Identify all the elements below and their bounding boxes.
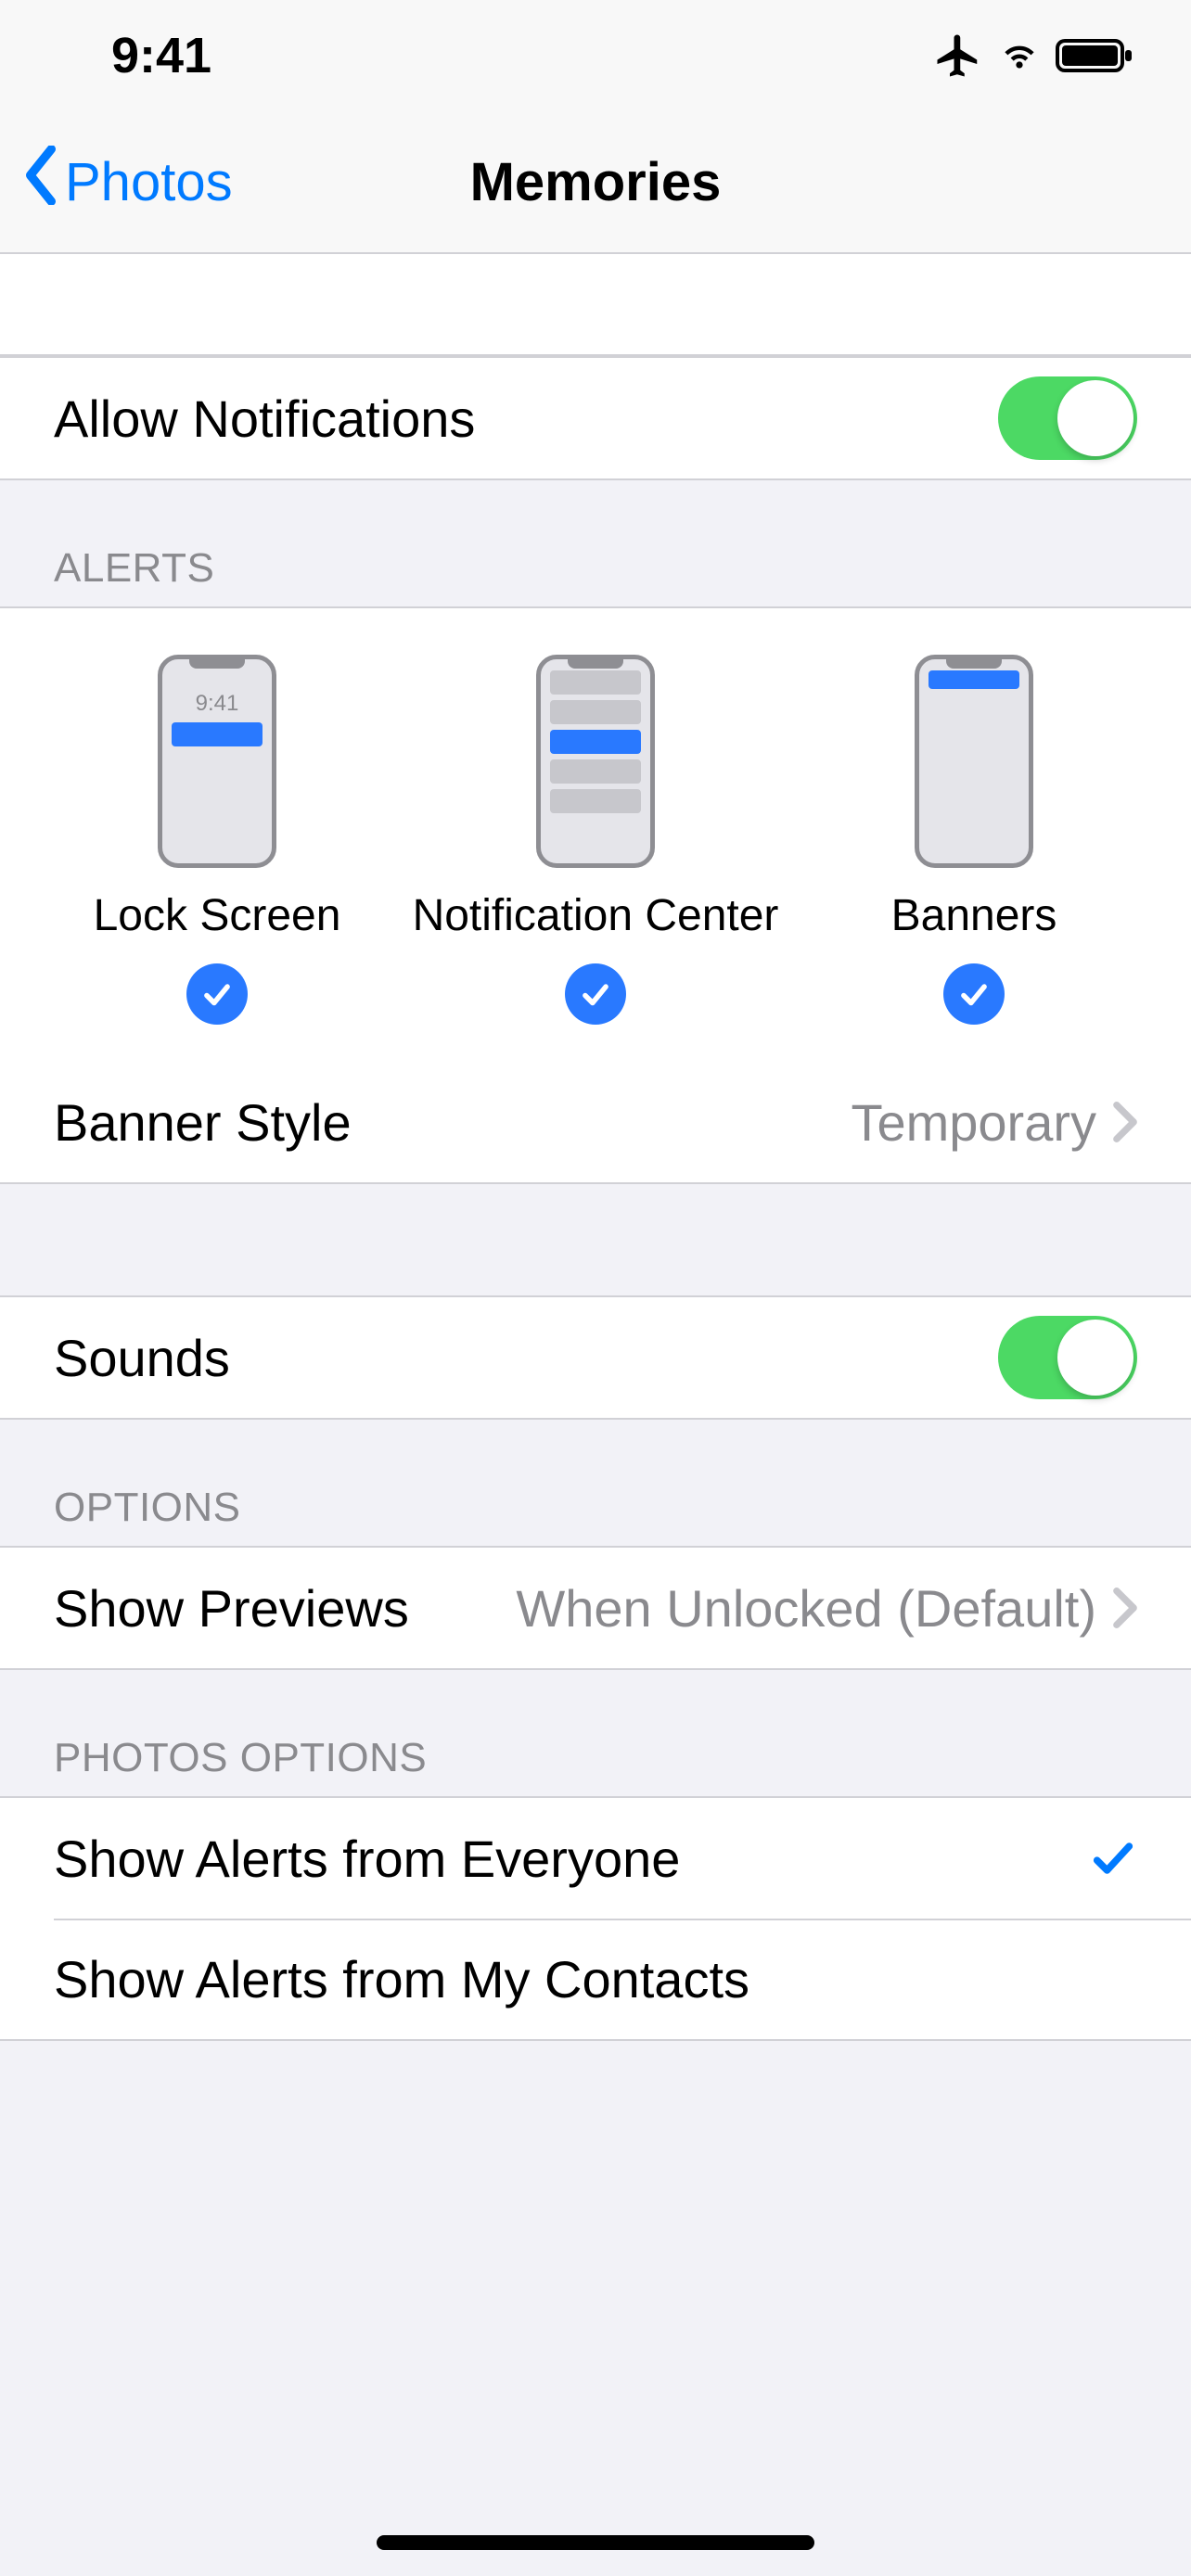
- lock-screen-icon: 9:41: [158, 655, 276, 868]
- show-alerts-contacts-label: Show Alerts from My Contacts: [54, 1949, 1137, 2009]
- notification-center-icon: [536, 655, 655, 868]
- allow-notifications-toggle[interactable]: [998, 376, 1137, 460]
- checkmark-circle-icon: [186, 963, 248, 1025]
- show-alerts-contacts-row[interactable]: Show Alerts from My Contacts: [0, 1919, 1191, 2039]
- chevron-right-icon: [1113, 1588, 1137, 1628]
- banner-style-row[interactable]: Banner Style Temporary: [0, 1062, 1191, 1182]
- alert-type-label: Banners: [891, 890, 1057, 941]
- airplane-mode-icon: [933, 31, 983, 81]
- status-time: 9:41: [111, 27, 211, 84]
- status-icons: [933, 31, 1135, 81]
- allow-notifications-label: Allow Notifications: [54, 389, 998, 449]
- chevron-right-icon: [1113, 1102, 1137, 1142]
- chevron-left-icon: [22, 146, 65, 218]
- banner-style-value: Temporary: [851, 1092, 1096, 1153]
- alert-type-label: Lock Screen: [94, 890, 341, 941]
- back-button[interactable]: Photos: [22, 146, 233, 218]
- sounds-toggle[interactable]: [998, 1316, 1137, 1399]
- wifi-icon: [996, 32, 1043, 79]
- show-previews-value: When Unlocked (Default): [516, 1578, 1096, 1639]
- alert-types-row: 9:41 Lock Screen Notification Center: [0, 608, 1191, 1062]
- checkmark-circle-icon: [943, 963, 1005, 1025]
- photos-options-header: PHOTOS OPTIONS: [0, 1670, 1191, 1796]
- alerts-header: ALERTS: [0, 480, 1191, 606]
- alert-type-banners[interactable]: Banners: [785, 655, 1163, 1025]
- checkmark-icon: [1089, 1834, 1137, 1882]
- back-label: Photos: [65, 151, 233, 213]
- alert-type-lock-screen[interactable]: 9:41 Lock Screen: [28, 655, 406, 1025]
- options-header: OPTIONS: [0, 1420, 1191, 1546]
- banners-icon: [915, 655, 1033, 868]
- nav-bar: Photos Memories: [0, 111, 1191, 254]
- sounds-label: Sounds: [54, 1328, 998, 1388]
- alert-type-label: Notification Center: [413, 890, 779, 941]
- show-alerts-everyone-row[interactable]: Show Alerts from Everyone: [0, 1798, 1191, 1919]
- banner-style-label: Banner Style: [54, 1092, 851, 1153]
- allow-notifications-row[interactable]: Allow Notifications: [0, 358, 1191, 478]
- checkmark-circle-icon: [565, 963, 626, 1025]
- status-bar: 9:41: [0, 0, 1191, 111]
- sounds-row[interactable]: Sounds: [0, 1297, 1191, 1418]
- battery-icon: [1056, 37, 1135, 74]
- show-alerts-everyone-label: Show Alerts from Everyone: [54, 1829, 1089, 1889]
- home-indicator[interactable]: [377, 2535, 814, 2550]
- show-previews-row[interactable]: Show Previews When Unlocked (Default): [0, 1548, 1191, 1668]
- show-previews-label: Show Previews: [54, 1578, 516, 1639]
- alert-type-notification-center[interactable]: Notification Center: [406, 655, 785, 1025]
